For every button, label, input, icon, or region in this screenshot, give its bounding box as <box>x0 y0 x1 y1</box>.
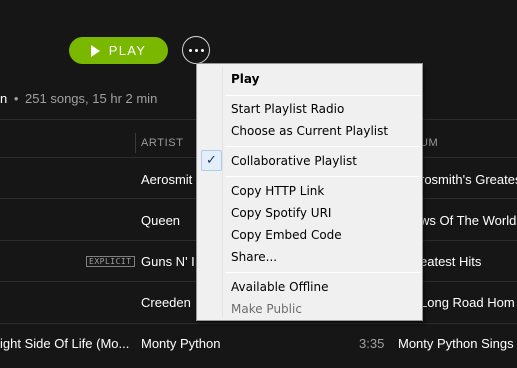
play-icon <box>90 44 100 57</box>
playlist-summary: n • 251 songs, 15 hr 2 min <box>0 91 157 106</box>
playlist-context-menu: Play Start Playlist Radio Choose as Curr… <box>196 63 423 321</box>
menu-item-start-playlist-radio[interactable]: Start Playlist Radio <box>231 102 344 116</box>
row-2-album[interactable]: ws Of The World <box>420 213 516 228</box>
row-5-album[interactable]: Monty Python Sings <box>398 336 514 351</box>
playlist-owner[interactable]: n <box>0 91 7 106</box>
column-separator <box>135 133 136 153</box>
row-2-artist[interactable]: Queen <box>141 213 180 228</box>
row-5-duration: 3:35 <box>359 336 385 351</box>
menu-gutter <box>222 67 223 317</box>
meta-separator: • <box>13 91 19 106</box>
menu-item-copy-spotify-uri[interactable]: Copy Spotify URI <box>231 206 331 220</box>
row-5-title[interactable]: ight Side Of Life (Mo... <box>0 336 129 351</box>
menu-separator <box>225 95 420 96</box>
menu-item-copy-embed-code[interactable]: Copy Embed Code <box>231 228 342 242</box>
menu-item-choose-current-playlist[interactable]: Choose as Current Playlist <box>231 124 388 138</box>
row-1-artist[interactable]: Aerosmit <box>141 172 192 187</box>
row-5-artist[interactable]: Monty Python <box>141 336 221 351</box>
menu-item-available-offline[interactable]: Available Offline <box>231 280 329 294</box>
play-button[interactable]: PLAY <box>69 37 168 64</box>
checkmark-icon: ✓ <box>201 150 222 171</box>
row-4-artist[interactable]: Creeden <box>141 295 191 310</box>
menu-item-play[interactable]: Play <box>231 72 259 86</box>
menu-item-collaborative-playlist[interactable]: Collaborative Playlist <box>231 154 357 168</box>
row-3-artist[interactable]: Guns N' I <box>141 254 195 269</box>
row-3-album[interactable]: eatest Hits <box>420 254 481 269</box>
row-4-album[interactable]: Long Road Hom <box>420 295 515 310</box>
more-options-button[interactable] <box>182 36 210 64</box>
play-button-label: PLAY <box>108 43 147 58</box>
menu-item-copy-http-link[interactable]: Copy HTTP Link <box>231 184 324 198</box>
explicit-badge: EXPLICIT <box>86 256 135 267</box>
row-1-album[interactable]: rosmith's Greates <box>420 172 517 187</box>
menu-separator <box>225 272 420 273</box>
menu-separator <box>225 176 420 177</box>
row-divider <box>0 323 517 324</box>
ellipsis-icon <box>188 48 192 52</box>
playlist-stats: 251 songs, 15 hr 2 min <box>25 91 158 106</box>
column-header-artist[interactable]: ARTIST <box>141 137 184 149</box>
menu-separator <box>225 146 420 147</box>
menu-item-make-public: Make Public <box>231 302 302 316</box>
menu-item-share[interactable]: Share... <box>231 250 277 264</box>
